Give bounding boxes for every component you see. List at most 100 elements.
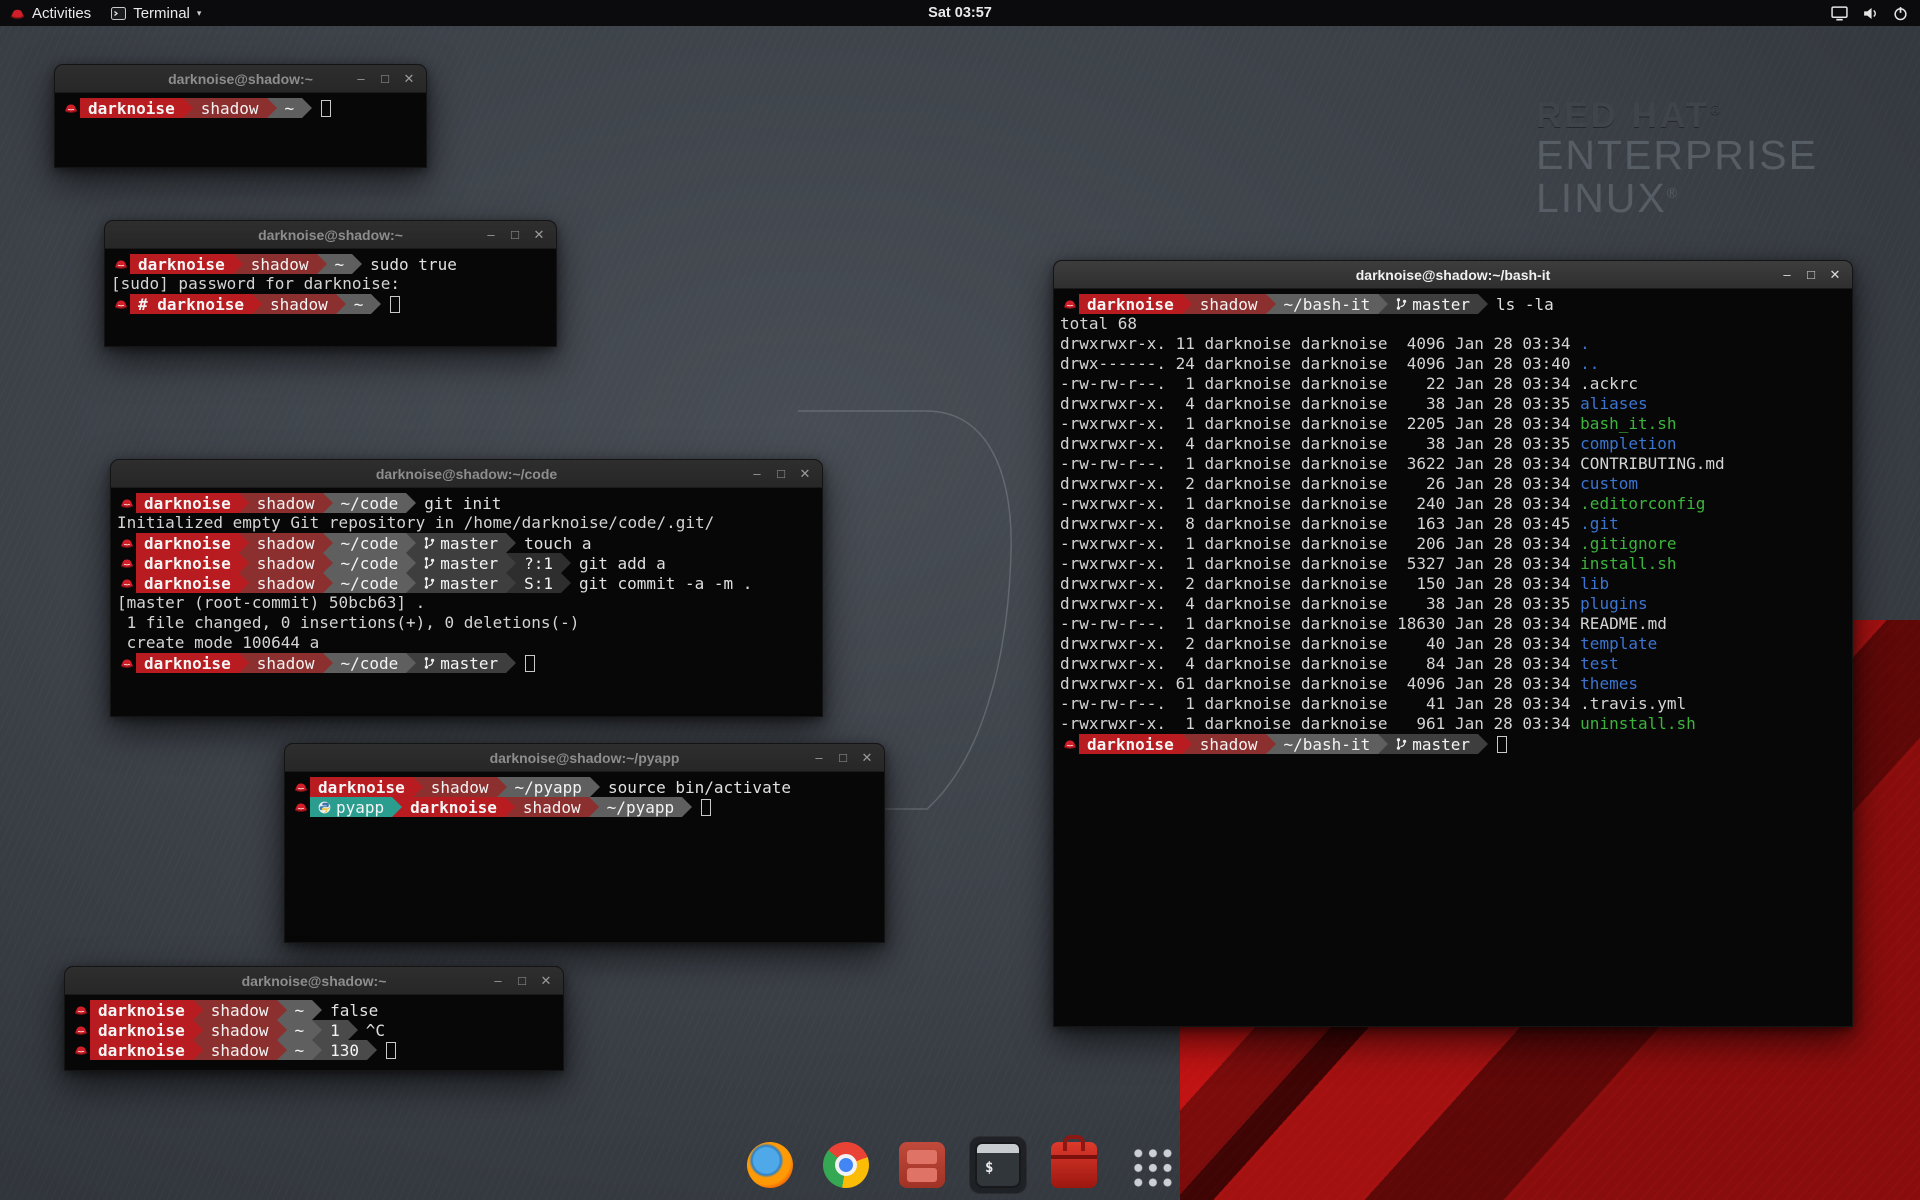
- branch-icon: [1396, 737, 1407, 751]
- redhat-icon: [117, 576, 136, 590]
- terminal-content[interactable]: darknoiseshadow~sudo true[sudo] password…: [105, 250, 556, 346]
- system-status-area[interactable]: [1831, 0, 1920, 26]
- output-text: drwxrwxr-x. 4 darknoise darknoise 38 Jan…: [1060, 394, 1580, 413]
- terminal-content[interactable]: darknoiseshadow~falsedarknoiseshadow~1^C…: [65, 996, 563, 1070]
- terminal-content[interactable]: darknoiseshadow~/codegit initInitialized…: [111, 489, 822, 716]
- segment-separator-icon: [233, 254, 243, 274]
- command-text: ^C: [366, 1021, 385, 1040]
- window-title: darknoise@shadow:~/pyapp: [285, 750, 884, 766]
- dock-software[interactable]: [1045, 1136, 1103, 1194]
- terminal-prompt-line: darknoiseshadow~130: [71, 1040, 557, 1060]
- terminal-window[interactable]: darknoise@shadow:~–□✕darknoiseshadow~fal…: [64, 966, 564, 1071]
- terminal-output-line: total 68: [1060, 314, 1846, 334]
- window-buttons: –□✕: [489, 968, 563, 994]
- window-minimize-button[interactable]: –: [748, 461, 766, 487]
- display-icon: [1831, 6, 1848, 21]
- host-segment: shadow: [203, 1040, 277, 1060]
- terminal-prompt-line: darknoiseshadow~/codegit init: [117, 493, 816, 513]
- window-titlebar[interactable]: darknoise@shadow:~–□✕: [55, 65, 426, 93]
- dock-chrome[interactable]: [817, 1136, 875, 1194]
- window-maximize-button[interactable]: □: [376, 66, 394, 92]
- files-icon: [899, 1142, 945, 1188]
- directory-segment: ~: [287, 1040, 313, 1060]
- window-maximize-button[interactable]: □: [834, 745, 852, 771]
- clock[interactable]: Sat 03:57: [928, 5, 992, 21]
- window-close-button[interactable]: ✕: [858, 745, 876, 771]
- user-segment: darknoise: [90, 1000, 193, 1020]
- segment-separator-icon: [406, 533, 416, 553]
- terminal-window[interactable]: darknoise@shadow:~/pyapp–□✕darknoiseshad…: [284, 743, 885, 943]
- window-close-button[interactable]: ✕: [537, 968, 555, 994]
- terminal-window[interactable]: darknoise@shadow:~–□✕darknoiseshadow~: [54, 64, 427, 168]
- dock-appgrid[interactable]: [1121, 1136, 1179, 1194]
- command-text: source bin/activate: [608, 778, 791, 797]
- terminal-content[interactable]: darknoiseshadow~: [55, 94, 426, 167]
- desktop: { "colors": { "seg_user": "#b91c20", "se…: [0, 0, 1920, 1200]
- terminal-window[interactable]: darknoise@shadow:~/code–□✕darknoiseshado…: [110, 459, 823, 717]
- redhat-icon: [111, 297, 130, 311]
- window-close-button[interactable]: ✕: [400, 66, 418, 92]
- dock-terminal[interactable]: [969, 1136, 1027, 1194]
- window-maximize-button[interactable]: □: [513, 968, 531, 994]
- segment-separator-icon: [413, 777, 423, 797]
- terminal-cursor: [321, 100, 331, 117]
- segment-separator-icon: [312, 1040, 322, 1060]
- segment-separator-icon: [193, 1040, 203, 1060]
- window-close-button[interactable]: ✕: [1826, 262, 1844, 288]
- terminal-prompt-line: darknoiseshadow~/bash-itmasterls -la: [1060, 294, 1846, 314]
- host-segment: shadow: [1192, 294, 1266, 314]
- output-text: drwxrwxr-x. 4 darknoise darknoise 38 Jan…: [1060, 434, 1580, 453]
- redhat-icon: [71, 1043, 90, 1057]
- registered-mark: ®: [1710, 101, 1723, 117]
- window-buttons: –□✕: [482, 222, 556, 248]
- terminal-window[interactable]: darknoise@shadow:~/bash-it–□✕darknoisesh…: [1053, 260, 1853, 1027]
- segment-separator-icon: [392, 797, 402, 817]
- terminal-output-line: drwxrwxr-x. 4 darknoise darknoise 38 Jan…: [1060, 594, 1846, 614]
- rhel-logo: RED HAT® ENTERPRISE LINUX®: [1536, 98, 1818, 220]
- exit-code-segment: 1: [322, 1020, 348, 1040]
- redhat-icon: [117, 556, 136, 570]
- directory-segment: ~/code: [333, 533, 407, 553]
- app-menu-terminal[interactable]: Terminal ▾: [101, 0, 211, 26]
- output-text: [sudo] password for darknoise:: [111, 274, 400, 293]
- output-text: -rw-rw-r--. 1 darknoise darknoise 3622 J…: [1060, 454, 1725, 473]
- window-titlebar[interactable]: darknoise@shadow:~/code–□✕: [111, 460, 822, 488]
- terminal-window[interactable]: darknoise@shadow:~–□✕darknoiseshadow~sud…: [104, 220, 557, 347]
- terminal-output-line: -rw-rw-r--. 1 darknoise darknoise 18630 …: [1060, 614, 1846, 634]
- segment-separator-icon: [1378, 294, 1388, 314]
- window-minimize-button[interactable]: –: [1778, 262, 1796, 288]
- terminal-output-line: drwxrwxr-x. 61 darknoise darknoise 4096 …: [1060, 674, 1846, 694]
- directory-segment: ~/pyapp: [507, 777, 590, 797]
- directory-segment: ~/bash-it: [1276, 734, 1379, 754]
- segment-separator-icon: [323, 553, 333, 573]
- window-minimize-button[interactable]: –: [352, 66, 370, 92]
- user-segment: darknoise: [90, 1040, 193, 1060]
- redhat-icon: [1060, 297, 1079, 311]
- user-segment: darknoise: [136, 553, 239, 573]
- window-minimize-button[interactable]: –: [810, 745, 828, 771]
- dock-files[interactable]: [893, 1136, 951, 1194]
- terminal-content[interactable]: darknoiseshadow~/pyappsource bin/activat…: [285, 773, 884, 942]
- segment-separator-icon: [267, 98, 277, 118]
- window-close-button[interactable]: ✕: [530, 222, 548, 248]
- window-titlebar[interactable]: darknoise@shadow:~–□✕: [105, 221, 556, 249]
- segment-separator-icon: [561, 553, 571, 573]
- window-maximize-button[interactable]: □: [772, 461, 790, 487]
- window-titlebar[interactable]: darknoise@shadow:~/pyapp–□✕: [285, 744, 884, 772]
- redhat-icon: [117, 496, 136, 510]
- window-minimize-button[interactable]: –: [482, 222, 500, 248]
- segment-separator-icon: [1478, 734, 1488, 754]
- terminal-output-line: [sudo] password for darknoise:: [111, 274, 550, 294]
- file-name: completion: [1580, 434, 1676, 453]
- window-titlebar[interactable]: darknoise@shadow:~–□✕: [65, 967, 563, 995]
- window-maximize-button[interactable]: □: [1802, 262, 1820, 288]
- output-text: total 68: [1060, 314, 1137, 333]
- window-titlebar[interactable]: darknoise@shadow:~/bash-it–□✕: [1054, 261, 1852, 289]
- window-maximize-button[interactable]: □: [506, 222, 524, 248]
- window-close-button[interactable]: ✕: [796, 461, 814, 487]
- window-minimize-button[interactable]: –: [489, 968, 507, 994]
- dock-firefox[interactable]: [741, 1136, 799, 1194]
- activities-button[interactable]: Activities: [0, 0, 101, 26]
- file-name: uninstall.sh: [1580, 714, 1696, 733]
- terminal-content[interactable]: darknoiseshadow~/bash-itmasterls -latota…: [1054, 290, 1852, 1026]
